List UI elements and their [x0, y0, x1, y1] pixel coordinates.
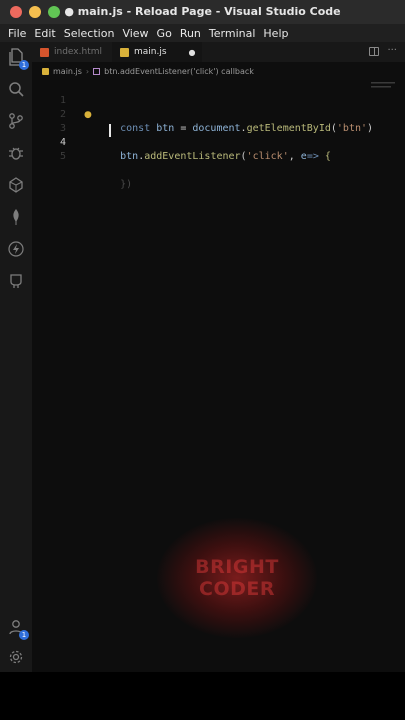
code-line: 1 const btn = document.getElementById('b… — [32, 80, 405, 134]
code-token: => — [306, 151, 325, 162]
maximize-window-button[interactable] — [48, 6, 60, 18]
source-control-icon[interactable] — [6, 111, 26, 131]
breadcrumb-symbol[interactable]: btn.addEventListener('click') callback — [104, 67, 254, 76]
js-file-icon — [120, 47, 129, 57]
tab-main-js[interactable]: main.js ● — [112, 42, 202, 62]
code-line: 4 — [32, 122, 405, 148]
breadcrumb: main.js › btn.addEventListener('click') … — [32, 62, 405, 80]
more-actions-icon[interactable]: ··· — [387, 45, 397, 56]
close-window-button[interactable] — [10, 6, 22, 18]
run-debug-icon[interactable] — [6, 143, 26, 163]
line-code: }) — [84, 164, 132, 206]
line-number: 5 — [59, 151, 66, 162]
chevron-right-icon: › — [85, 66, 90, 76]
text-cursor — [109, 124, 111, 137]
tab-bar: index.html main.js ● ··· — [32, 42, 405, 62]
code-token: addEventListener — [144, 151, 241, 162]
code-token: }) — [120, 179, 133, 190]
menu-edit[interactable]: Edit — [30, 27, 59, 40]
activity-bar: 1 1 — [0, 42, 32, 672]
title-bar: ● main.js - Reload Page - Visual Studio … — [0, 0, 405, 24]
menu-terminal[interactable]: Terminal — [205, 27, 260, 40]
account-badge: 1 — [19, 630, 29, 640]
lightning-icon[interactable] — [6, 239, 26, 259]
menu-help[interactable]: Help — [259, 27, 292, 40]
account-icon[interactable]: 1 — [6, 617, 29, 640]
search-icon[interactable] — [6, 79, 26, 99]
code-token: btn — [120, 151, 139, 162]
menu-selection[interactable]: Selection — [60, 27, 119, 40]
files-badge: 1 — [19, 60, 29, 70]
lightbulb-icon[interactable]: ● — [84, 110, 92, 120]
watermark-text: BRIGHT CODER — [195, 556, 279, 600]
cube-icon — [93, 67, 101, 75]
unsaved-dot-icon[interactable]: ● — [189, 48, 196, 57]
menu-run[interactable]: Run — [176, 27, 205, 40]
tab-label: main.js — [134, 47, 167, 57]
menu-bar: File Edit Selection View Go Run Terminal… — [0, 24, 405, 42]
watermark-logo: BRIGHT CODER — [157, 518, 317, 638]
files-icon[interactable]: 1 — [6, 47, 29, 70]
code-token: , — [288, 151, 301, 162]
js-file-icon — [42, 67, 49, 75]
minimize-window-button[interactable] — [29, 6, 41, 18]
window-title: ● main.js - Reload Page - Visual Studio … — [64, 5, 341, 18]
tab-index-html[interactable]: index.html — [40, 42, 102, 62]
window-controls — [10, 6, 60, 18]
code-editor[interactable]: 1 const btn = document.getElementById('b… — [32, 80, 405, 672]
breadcrumb-file[interactable]: main.js — [53, 67, 82, 76]
html-file-icon — [40, 47, 49, 57]
extensions-icon[interactable] — [6, 175, 26, 195]
github-icon[interactable] — [6, 271, 26, 291]
split-editor-icon[interactable] — [369, 47, 379, 56]
tab-label: index.html — [54, 47, 102, 57]
menu-go[interactable]: Go — [153, 27, 176, 40]
code-token: { — [324, 151, 331, 162]
code-token: 'click' — [246, 151, 289, 162]
mongodb-leaf-icon[interactable] — [6, 207, 26, 227]
menu-view[interactable]: View — [118, 27, 152, 40]
code-line: 5 }) — [32, 136, 405, 190]
minimap[interactable] — [371, 82, 401, 132]
code-line: 2 — [32, 94, 405, 120]
settings-gear-icon[interactable] — [6, 647, 26, 667]
bottom-black-area — [0, 672, 405, 720]
menu-file[interactable]: File — [4, 27, 30, 40]
